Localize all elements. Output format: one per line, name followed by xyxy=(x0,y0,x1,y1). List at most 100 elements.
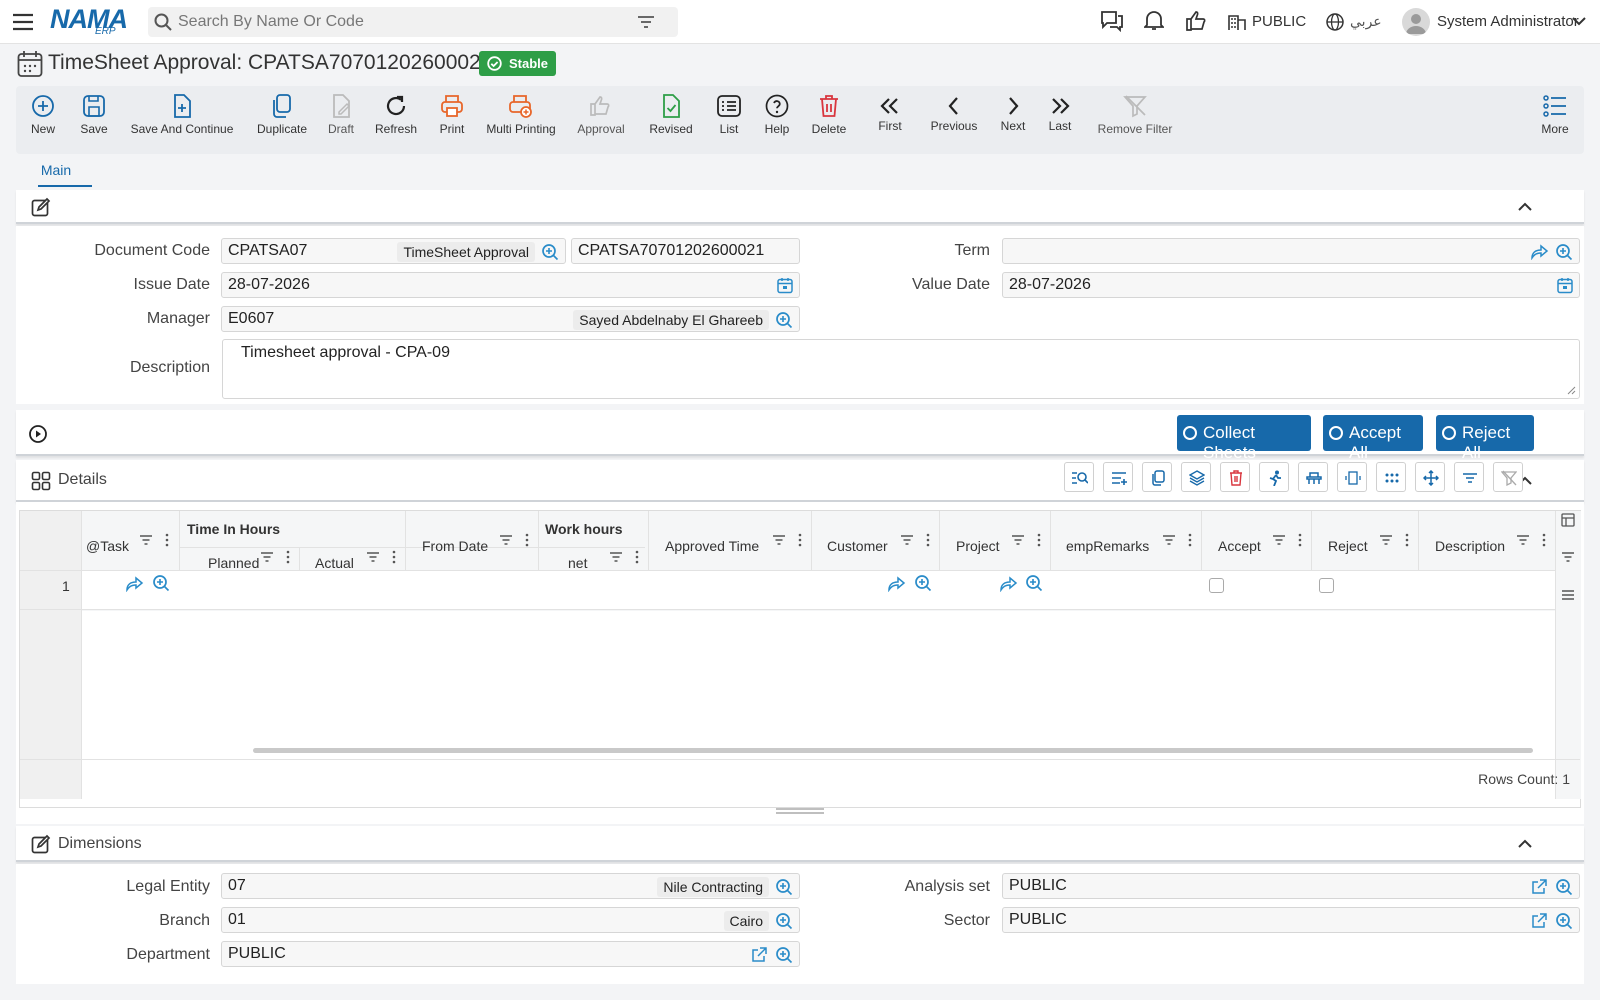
grid-remove-filter-button[interactable] xyxy=(1493,462,1523,492)
lookup-icon[interactable] xyxy=(541,243,559,261)
lookup-icon[interactable] xyxy=(914,574,932,592)
chevron-down-icon[interactable] xyxy=(1572,16,1586,26)
global-search[interactable]: Search By Name Or Code xyxy=(148,7,678,37)
search-input[interactable]: Search By Name Or Code xyxy=(178,13,364,31)
grid-run-button[interactable] xyxy=(1259,462,1289,492)
grid-layers-button[interactable] xyxy=(1181,462,1211,492)
col-approved-time[interactable]: Approved Time xyxy=(665,538,759,554)
column-filter-icon[interactable] xyxy=(1379,533,1411,547)
lookup-icon[interactable] xyxy=(775,878,793,896)
document-code-field[interactable]: CPATSA07 TimeSheet Approval xyxy=(221,238,566,264)
user-menu[interactable]: System Administrator xyxy=(1437,13,1579,30)
department-field[interactable]: PUBLIC xyxy=(221,941,800,967)
col-net[interactable]: net xyxy=(568,555,587,571)
column-filter-icon[interactable] xyxy=(609,550,641,564)
reject-checkbox[interactable] xyxy=(1319,578,1334,593)
col-accept[interactable]: Accept xyxy=(1218,538,1261,554)
chat-icon[interactable] xyxy=(1100,10,1124,32)
reject-all-button[interactable]: Reject All xyxy=(1436,415,1534,462)
refresh-button[interactable]: Refresh xyxy=(374,94,418,136)
description-textarea[interactable]: Timesheet approval - CPA-09 xyxy=(222,339,1580,399)
accept-checkbox[interactable] xyxy=(1209,578,1224,593)
lookup-icon[interactable] xyxy=(1555,912,1573,930)
external-link-icon[interactable] xyxy=(1531,879,1547,895)
grid-filter-button[interactable] xyxy=(1454,462,1484,492)
share-arrow-icon[interactable] xyxy=(126,576,144,592)
branch-selector[interactable]: PUBLIC xyxy=(1252,13,1306,30)
lookup-icon[interactable] xyxy=(1555,243,1573,261)
col-project[interactable]: Project xyxy=(956,538,1000,554)
lookup-icon[interactable] xyxy=(775,946,793,964)
column-filter-icon[interactable] xyxy=(772,533,804,547)
manager-field[interactable]: E0607 Sayed Abdelnaby El Ghareeb xyxy=(221,306,800,332)
filter-icon[interactable] xyxy=(1561,551,1575,563)
document-number-field[interactable]: CPATSA70701202600021 xyxy=(571,238,800,264)
column-filter-icon[interactable] xyxy=(260,550,292,564)
help-button[interactable]: Help xyxy=(762,94,792,136)
col-actual[interactable]: Actual xyxy=(315,555,354,571)
approval-button[interactable]: Approval xyxy=(576,94,626,136)
share-arrow-icon[interactable] xyxy=(1531,244,1549,260)
hamburger-menu-icon[interactable] xyxy=(12,12,34,32)
lookup-icon[interactable] xyxy=(1555,878,1573,896)
filter-icon[interactable] xyxy=(638,15,654,29)
delete-button[interactable]: Delete xyxy=(810,94,848,136)
lookup-icon[interactable] xyxy=(775,311,793,329)
grid-move-button[interactable] xyxy=(1415,462,1445,492)
tab-main[interactable]: Main xyxy=(38,162,74,178)
accept-all-button[interactable]: Accept All xyxy=(1323,415,1423,462)
column-filter-icon[interactable] xyxy=(1162,533,1194,547)
print-button[interactable]: Print xyxy=(438,94,466,136)
table-row[interactable] xyxy=(82,571,1555,609)
lookup-icon[interactable] xyxy=(152,574,170,592)
legal-entity-field[interactable]: 07 Nile Contracting xyxy=(221,873,800,899)
grid-copy-button[interactable] xyxy=(1142,462,1172,492)
previous-button[interactable]: Previous xyxy=(930,94,978,136)
bell-icon[interactable] xyxy=(1144,10,1164,32)
col-customer[interactable]: Customer xyxy=(827,538,888,554)
grid-freeze-button[interactable] xyxy=(1298,462,1328,492)
first-button[interactable]: First xyxy=(876,94,904,136)
column-filter-icon[interactable] xyxy=(900,533,932,547)
column-filter-icon[interactable] xyxy=(499,533,531,547)
col-planned[interactable]: Planned xyxy=(208,555,259,571)
column-filter-icon[interactable] xyxy=(1272,533,1304,547)
resize-grip-icon[interactable] xyxy=(776,807,824,815)
language-switch[interactable]: عربي xyxy=(1350,13,1382,30)
new-button[interactable]: New xyxy=(28,94,58,136)
calendar-icon[interactable] xyxy=(777,277,793,294)
next-button[interactable]: Next xyxy=(999,94,1027,136)
col-emp-remarks[interactable]: empRemarks xyxy=(1066,538,1149,554)
draft-button[interactable]: Draft xyxy=(326,94,356,136)
col-description[interactable]: Description xyxy=(1435,538,1505,554)
horizontal-scrollbar[interactable] xyxy=(253,748,1533,753)
grid-fit-columns-button[interactable] xyxy=(1337,462,1367,492)
issue-date-field[interactable]: 28-07-2026 xyxy=(221,272,800,298)
branch-field[interactable]: 01 Cairo xyxy=(221,907,800,933)
col-task[interactable]: @Task xyxy=(86,538,129,554)
columns-icon[interactable] xyxy=(1561,513,1575,527)
last-button[interactable]: Last xyxy=(1046,94,1074,136)
term-field[interactable] xyxy=(1002,238,1580,264)
lookup-icon[interactable] xyxy=(1025,574,1043,592)
grid-delete-button[interactable] xyxy=(1220,462,1250,492)
avatar[interactable] xyxy=(1402,8,1430,36)
save-button[interactable]: Save xyxy=(78,94,110,136)
analysis-set-field[interactable]: PUBLIC xyxy=(1002,873,1580,899)
chevron-up-icon[interactable] xyxy=(1518,839,1532,848)
list-button[interactable]: List xyxy=(716,94,742,136)
more-button[interactable]: More xyxy=(1540,94,1570,136)
share-arrow-icon[interactable] xyxy=(888,576,906,592)
lookup-icon[interactable] xyxy=(775,912,793,930)
grid-search-button[interactable] xyxy=(1064,462,1094,492)
sector-field[interactable]: PUBLIC xyxy=(1002,907,1580,933)
resize-handle-icon[interactable] xyxy=(1567,386,1576,395)
save-and-continue-button[interactable]: Save And Continue xyxy=(130,94,234,136)
column-filter-icon[interactable] xyxy=(139,533,171,547)
column-filter-icon[interactable] xyxy=(366,550,398,564)
calendar-icon[interactable] xyxy=(1557,277,1573,294)
column-filter-icon[interactable] xyxy=(1011,533,1043,547)
col-reject[interactable]: Reject xyxy=(1328,538,1368,554)
grid-add-row-button[interactable] xyxy=(1103,462,1133,492)
column-filter-icon[interactable] xyxy=(1516,533,1548,547)
